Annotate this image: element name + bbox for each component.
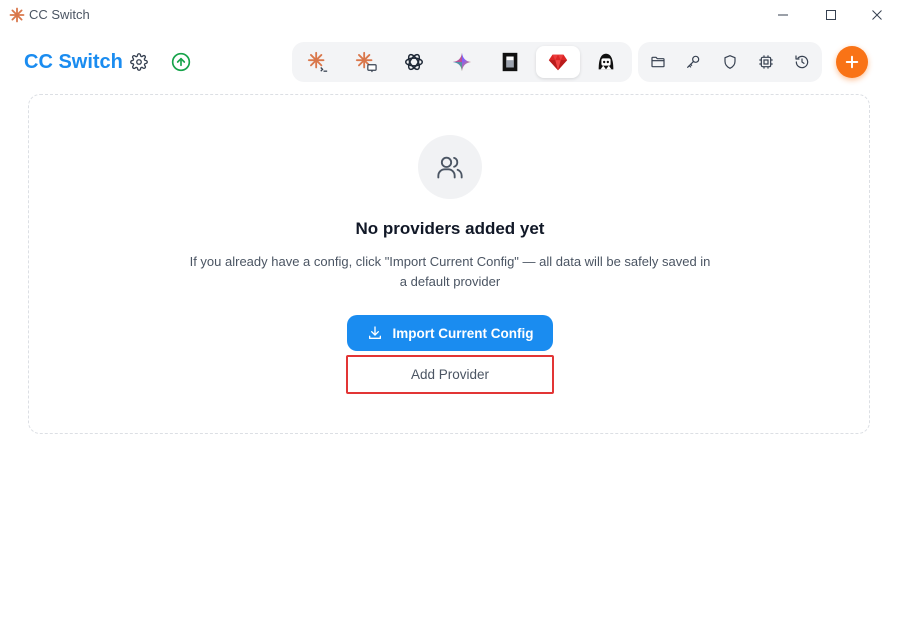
claude-terminal-icon xyxy=(307,51,328,72)
agent-avatar-icon xyxy=(598,53,614,70)
import-button-label: Import Current Config xyxy=(392,325,534,341)
history-button[interactable] xyxy=(790,50,814,74)
tab-gemini[interactable] xyxy=(440,46,484,78)
title-bar: CC Switch xyxy=(0,0,900,30)
tab-claude-desktop[interactable] xyxy=(344,46,388,78)
tool-group xyxy=(638,42,822,82)
shield-button[interactable] xyxy=(718,50,742,74)
openai-icon xyxy=(405,53,423,71)
users-icon xyxy=(437,156,463,179)
download-icon xyxy=(368,326,381,339)
settings-button[interactable] xyxy=(127,50,151,74)
empty-state-description: If you already have a config, click "Imp… xyxy=(189,254,711,289)
window-title: CC Switch xyxy=(29,7,90,22)
empty-state-avatar xyxy=(418,135,482,199)
ruby-gem-icon xyxy=(548,54,568,71)
brand-title[interactable]: CC Switch xyxy=(24,51,123,74)
tab-claude-code[interactable] xyxy=(296,46,340,78)
close-icon xyxy=(872,10,882,20)
add-provider-label: Add Provider xyxy=(410,367,490,382)
claude-desktop-icon xyxy=(355,51,377,73)
tab-ruby[interactable] xyxy=(536,46,580,78)
add-provider-button[interactable]: Add Provider xyxy=(346,355,554,394)
import-current-config-button[interactable]: Import Current Config xyxy=(347,315,553,351)
key-icon xyxy=(687,55,700,68)
key-button[interactable] xyxy=(681,50,705,74)
close-button[interactable] xyxy=(854,0,900,30)
update-button[interactable] xyxy=(169,50,193,74)
opencode-icon xyxy=(502,52,518,72)
add-button[interactable] xyxy=(836,46,868,78)
history-icon xyxy=(795,55,809,69)
tab-agent[interactable] xyxy=(584,46,628,78)
maximize-button[interactable] xyxy=(808,0,854,30)
empty-state-panel: No providers added yet If you already ha… xyxy=(28,94,870,434)
chip-button[interactable] xyxy=(754,50,778,74)
gemini-icon xyxy=(452,52,472,72)
gear-icon xyxy=(130,53,148,71)
tab-opencode[interactable] xyxy=(488,46,532,78)
chip-icon xyxy=(759,55,773,69)
tab-openai[interactable] xyxy=(392,46,436,78)
plus-icon xyxy=(845,55,859,69)
shield-icon xyxy=(724,55,736,69)
maximize-icon xyxy=(826,10,836,20)
folder-button[interactable] xyxy=(646,50,670,74)
arrow-up-circle-icon xyxy=(171,52,191,72)
minimize-icon xyxy=(778,14,788,16)
app-logo-icon xyxy=(9,7,25,23)
empty-state-title: No providers added yet xyxy=(355,219,545,238)
folder-icon xyxy=(651,56,665,68)
app-switcher xyxy=(292,42,632,82)
minimize-button[interactable] xyxy=(760,0,806,30)
